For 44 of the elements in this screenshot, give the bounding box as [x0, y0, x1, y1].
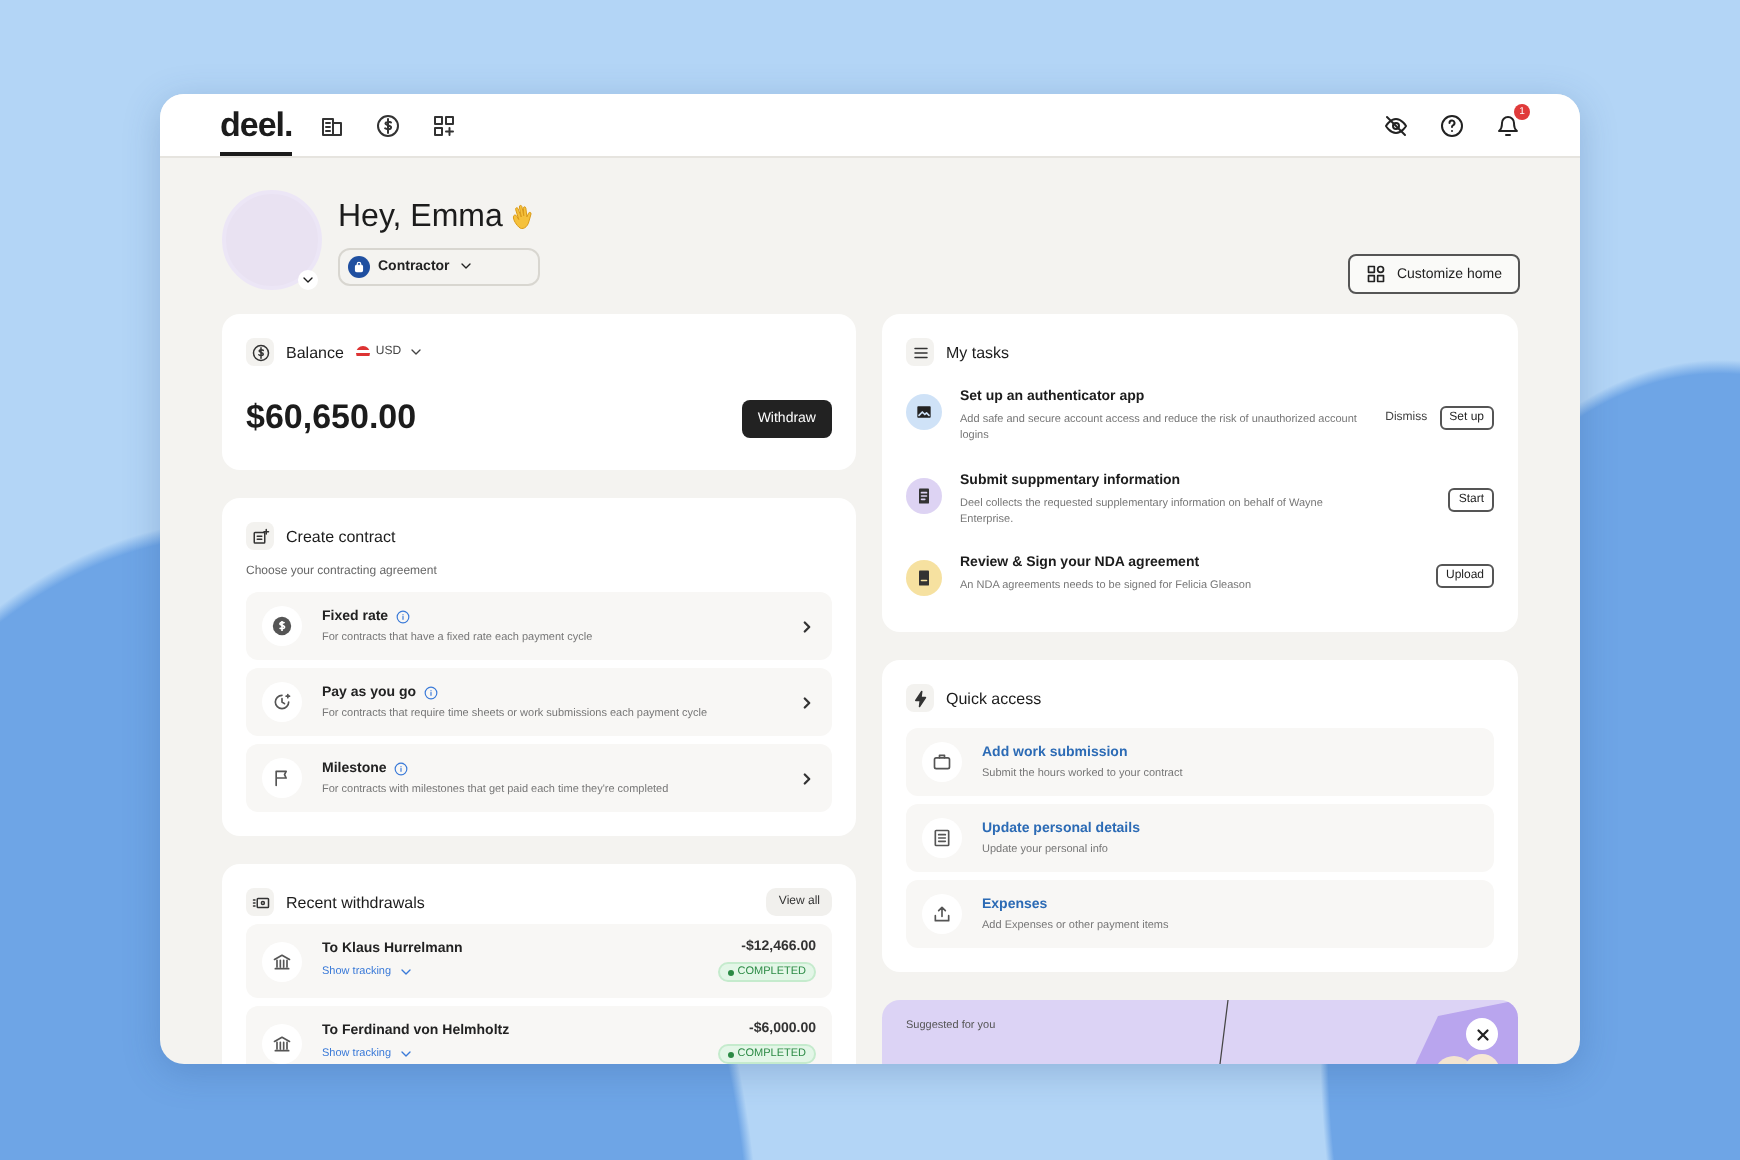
dollar-icon — [376, 113, 401, 137]
close-icon — [1473, 1025, 1491, 1043]
dollar-coin-icon — [272, 616, 292, 636]
image-icon — [914, 402, 934, 422]
bank-icon — [272, 1033, 292, 1053]
widgets-icon — [1366, 264, 1387, 284]
chevron-right-icon — [798, 617, 816, 635]
list-document-icon — [932, 828, 952, 848]
lightning-icon — [911, 689, 929, 707]
apps-add-icon — [432, 113, 457, 137]
document-icon — [914, 568, 934, 588]
help-icon — [1440, 113, 1464, 137]
document-add-icon — [251, 527, 269, 545]
logo-tab[interactable]: deel. — [220, 94, 293, 156]
cash-icon — [251, 893, 269, 911]
card-title: Quick access — [946, 689, 1042, 707]
list-icon — [911, 343, 929, 361]
chevron-down-icon — [397, 1046, 414, 1062]
chevron-down-icon — [457, 258, 474, 274]
avatar-chevron-icon — [300, 272, 316, 288]
dollar-icon — [251, 343, 269, 361]
info-icon — [424, 685, 439, 699]
building-icon — [320, 113, 345, 137]
chevron-right-icon — [798, 693, 816, 711]
card-title: Recent withdrawals — [286, 893, 425, 911]
info-icon — [394, 761, 409, 775]
bank-icon — [272, 951, 292, 971]
document-icon — [914, 485, 934, 505]
clock-plus-icon — [272, 692, 292, 712]
card-title: Create contract — [286, 527, 396, 545]
balance-amount: $60,650.00 — [246, 398, 417, 438]
chevron-down-icon — [397, 964, 414, 980]
card-title: Balance — [286, 343, 344, 361]
flag-icon — [272, 768, 292, 788]
notification-bell-icon — [1496, 113, 1520, 137]
chevron-down-icon — [407, 344, 424, 360]
chevron-right-icon — [798, 769, 816, 787]
briefcase-icon — [932, 752, 952, 772]
lock-icon — [352, 259, 366, 273]
eye-off-icon — [1384, 113, 1408, 137]
info-icon — [396, 609, 411, 623]
greeting-text: Hey, Emma — [338, 199, 503, 235]
upload-icon — [932, 904, 952, 924]
card-title: My tasks — [946, 343, 1010, 361]
